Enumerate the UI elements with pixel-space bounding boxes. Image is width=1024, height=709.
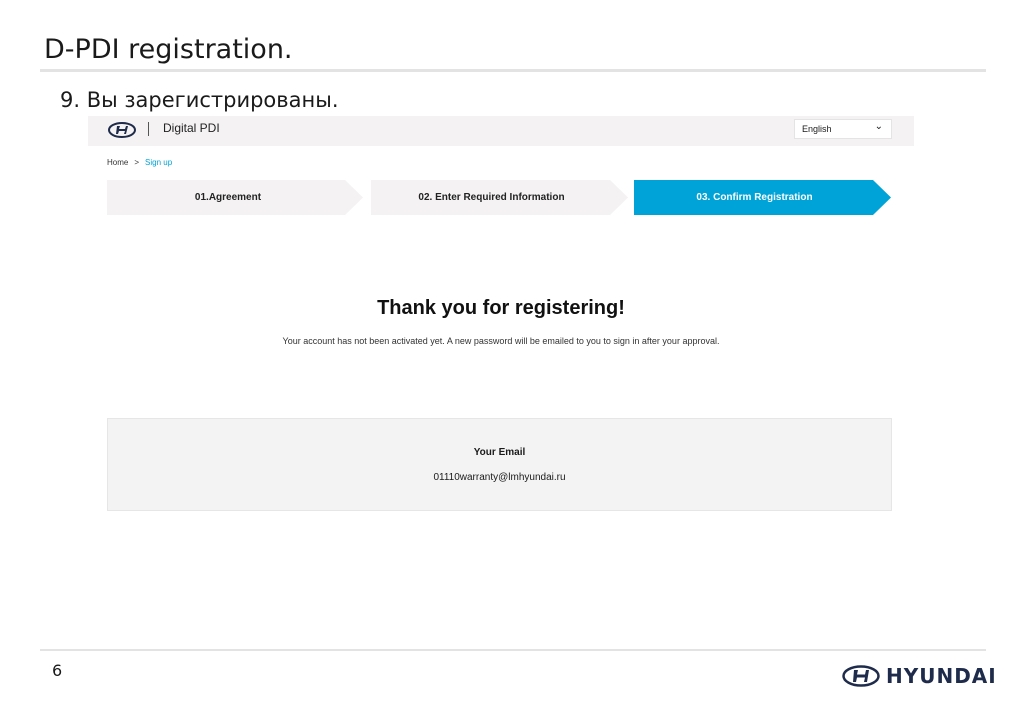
confirmation-heading: Thank you for registering!: [377, 297, 625, 319]
app-header: Digital PDI English ⌄: [88, 116, 914, 146]
footer-divider: [40, 649, 986, 651]
slide-subtitle: 9. Вы зарегистрированы.: [60, 88, 339, 112]
email-value: 01110warranty@lmhyundai.ru: [433, 472, 566, 483]
breadcrumb-separator: >: [134, 158, 140, 167]
breadcrumb-current: Sign up: [145, 158, 173, 167]
embedded-screenshot: Digital PDI English ⌄ Home > Sign up 01.Ag…: [88, 116, 914, 516]
title-divider: [40, 69, 986, 72]
language-select-value: English: [802, 124, 832, 134]
email-label: Your Email: [473, 447, 526, 458]
language-select[interactable]: English ⌄: [794, 119, 892, 139]
app-name: Digital PDI: [163, 121, 220, 135]
hyundai-emblem-icon: [842, 665, 880, 687]
email-summary-box: Your Email 01110warranty@lmhyundai.ru: [107, 418, 892, 511]
slide-title: D-PDI registration.: [44, 34, 293, 65]
brand-wordmark: HYUNDAI: [886, 664, 997, 688]
header-separator: [148, 122, 149, 136]
hyundai-logo-icon[interactable]: [108, 122, 136, 138]
chevron-down-icon: ⌄: [874, 121, 883, 132]
step-enter-info: 02. Enter Required Information: [371, 180, 628, 215]
page-number: 6: [52, 661, 63, 680]
step-confirm-registration: 03. Confirm Registration: [634, 180, 891, 215]
breadcrumb: Home > Sign up: [107, 158, 172, 167]
breadcrumb-home[interactable]: Home: [107, 158, 128, 167]
step-agreement: 01.Agreement: [107, 180, 363, 215]
confirmation-message: Your account has not been activated yet.…: [282, 336, 720, 346]
